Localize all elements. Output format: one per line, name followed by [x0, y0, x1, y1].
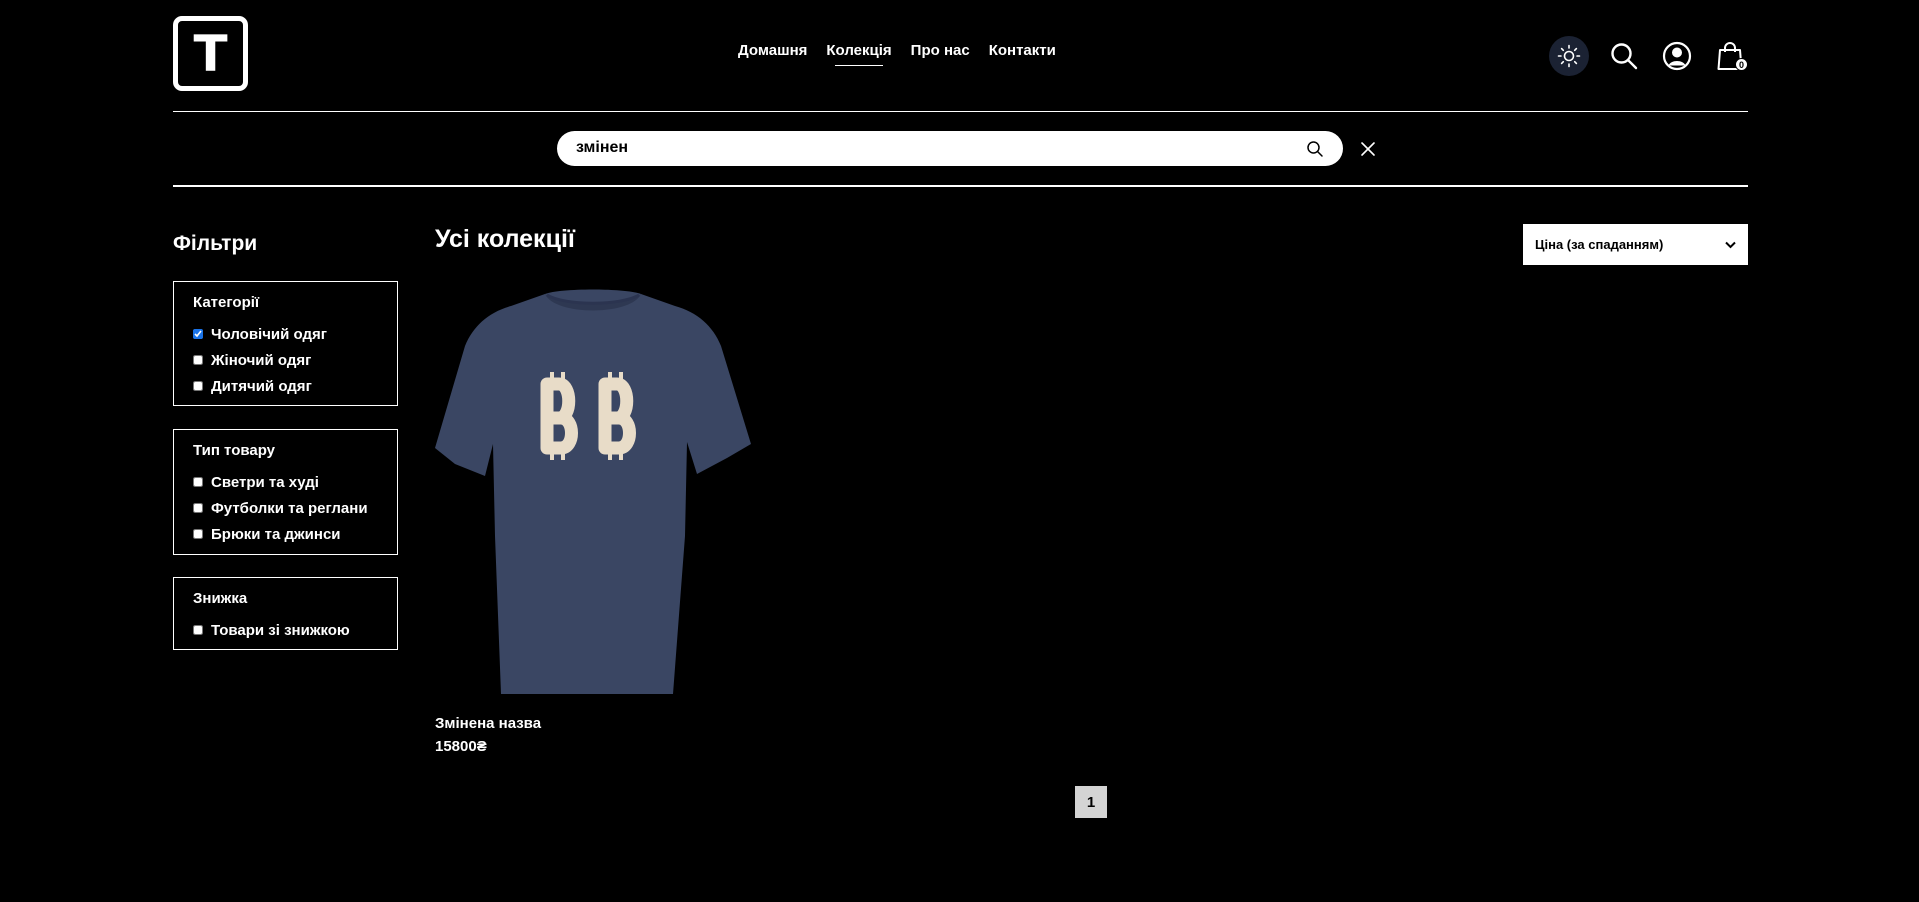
- header-icons: 0: [1549, 36, 1748, 76]
- logo[interactable]: T: [173, 16, 248, 91]
- filter-group-discount: Знижка Товари зі знижкою: [173, 577, 398, 650]
- filter-option-label: Чоловічий одяг: [211, 325, 328, 343]
- checkbox[interactable]: [193, 355, 203, 365]
- close-icon: [1361, 142, 1375, 156]
- user-icon: [1662, 41, 1692, 71]
- product-card[interactable]: Змінена назва 15800₴: [435, 286, 751, 755]
- checkbox[interactable]: [193, 477, 203, 487]
- search-icon: [1307, 141, 1323, 157]
- main-nav: Домашня Колекція Про нас Контакти: [738, 42, 1056, 66]
- product-price: 15800₴: [435, 738, 487, 755]
- filter-option-label: Дитячий одяг: [211, 377, 312, 395]
- filter-option-label: Футболки та реглани: [211, 499, 368, 517]
- filter-option-kids[interactable]: Дитячий одяг: [193, 373, 379, 399]
- checkbox[interactable]: [193, 381, 203, 391]
- sort-selected-label: Ціна (за спаданням): [1535, 237, 1664, 252]
- filter-option-label: Светри та худі: [211, 473, 319, 491]
- checkbox[interactable]: [193, 503, 203, 513]
- filter-group-title: Тип товару: [193, 442, 276, 459]
- checkbox[interactable]: [193, 529, 203, 539]
- chevron-down-icon: [1725, 241, 1736, 248]
- search-box: [557, 131, 1343, 166]
- pagination-page-1[interactable]: 1: [1075, 786, 1107, 818]
- filter-option-discounted[interactable]: Товари зі знижкою: [193, 617, 379, 643]
- filter-option-tshirts[interactable]: Футболки та реглани: [193, 495, 379, 521]
- filter-option-label: Жіночий одяг: [211, 351, 312, 369]
- search-button[interactable]: [1606, 38, 1642, 74]
- theme-toggle-button[interactable]: [1549, 36, 1589, 76]
- nav-about[interactable]: Про нас: [911, 42, 970, 59]
- filter-option-pants[interactable]: Брюки та джинси: [193, 521, 379, 547]
- filter-group-title: Категорії: [193, 294, 260, 311]
- checkbox[interactable]: [193, 329, 203, 339]
- nav-home[interactable]: Домашня: [738, 42, 807, 59]
- filter-group-product-type: Тип товару Светри та худі Футболки та ре…: [173, 429, 398, 555]
- filter-option-mens[interactable]: Чоловічий одяг: [193, 321, 379, 347]
- search-submit-button[interactable]: [1305, 139, 1325, 159]
- checkbox[interactable]: [193, 625, 203, 635]
- product-name[interactable]: Змінена назва: [435, 715, 541, 732]
- filters-title: Фільтри: [173, 232, 258, 255]
- cart-count-badge: 0: [1735, 58, 1748, 71]
- filter-option-label: Брюки та джинси: [211, 525, 341, 543]
- nav-collection[interactable]: Колекція: [826, 42, 892, 66]
- filter-option-womens[interactable]: Жіночий одяг: [193, 347, 379, 373]
- nav-contacts[interactable]: Контакти: [989, 42, 1056, 59]
- sort-select[interactable]: Ціна (за спаданням): [1523, 224, 1748, 265]
- filter-option-sweaters[interactable]: Светри та худі: [193, 469, 379, 495]
- filter-option-label: Товари зі знижкою: [211, 621, 350, 639]
- search-clear-button[interactable]: [1357, 138, 1379, 160]
- product-image[interactable]: [435, 286, 751, 697]
- header-divider: [173, 111, 1748, 112]
- filter-group-title: Знижка: [193, 590, 248, 607]
- page-title: Усі колекції: [435, 225, 575, 253]
- search-input[interactable]: [576, 139, 1276, 157]
- sun-icon: [1557, 44, 1581, 68]
- search-divider: [173, 185, 1748, 187]
- cart-button[interactable]: 0: [1712, 38, 1748, 74]
- search-icon: [1611, 43, 1638, 70]
- account-button[interactable]: [1659, 38, 1695, 74]
- filter-group-category: Категорії Чоловічий одяг Жіночий одяг Ди…: [173, 281, 398, 406]
- site-header: T Домашня Колекція Про нас Контакти 0: [173, 16, 1748, 92]
- logo-letter: T: [193, 24, 228, 83]
